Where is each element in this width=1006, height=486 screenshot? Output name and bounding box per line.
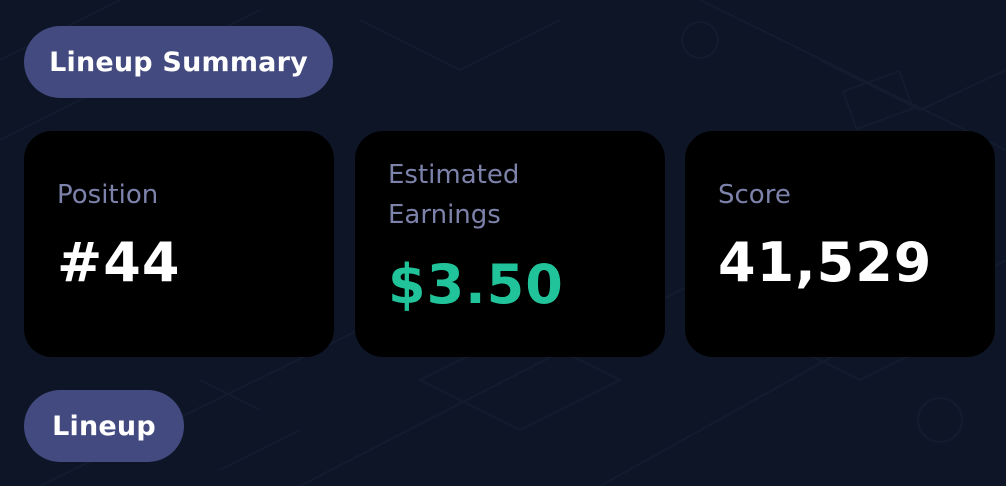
position-label: Position [57,180,159,210]
position-value: #44 [57,231,181,294]
lineup-summary-header: Lineup Summary [24,26,333,98]
score-label: Score [718,180,791,210]
estimated-earnings-card: Estimated Earnings $3.50 [355,131,665,357]
score-value: 41,529 [718,231,933,294]
score-card: Score 41,529 [685,131,995,357]
position-card: Position #44 [24,131,334,357]
estimated-earnings-value: $3.50 [388,253,564,316]
lineup-header: Lineup [24,390,184,462]
estimated-earnings-label: Estimated Earnings [388,160,520,230]
